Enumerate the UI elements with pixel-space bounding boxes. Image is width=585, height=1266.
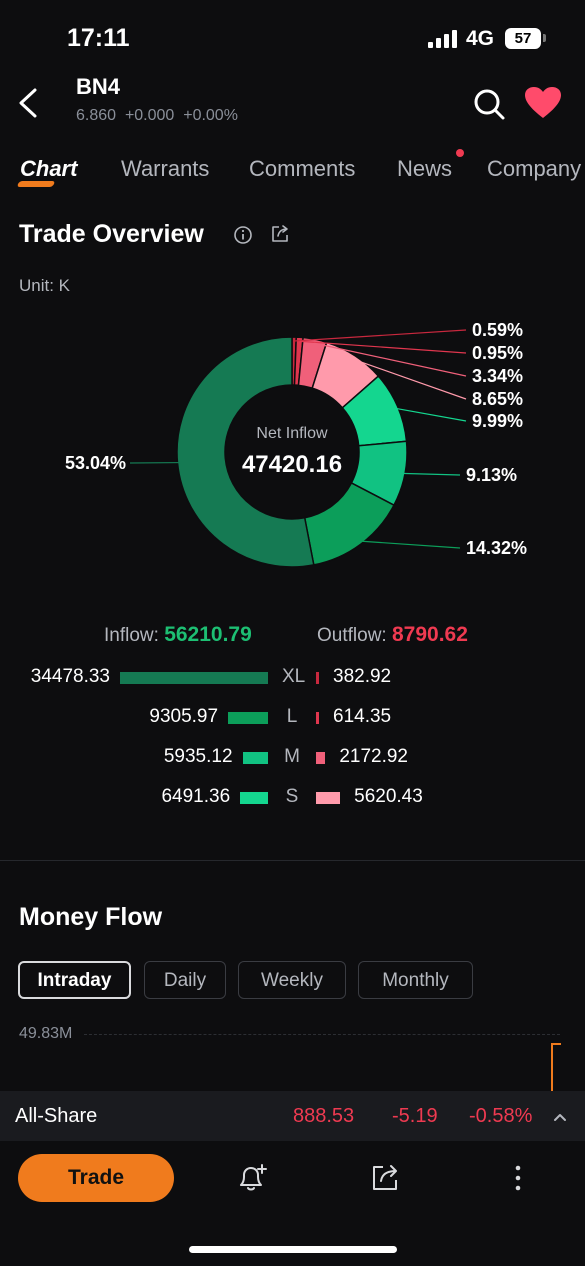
- money-flow-line: [551, 1043, 561, 1093]
- category-xl: XL: [282, 666, 306, 687]
- inflow-l-value: 9305.97: [149, 706, 219, 727]
- category-m: M: [284, 746, 300, 767]
- net-inflow-donut-chart: 0.59% 0.95% 3.34% 8.65%9.99% 9.13% 14.32% 53.0…: [65, 320, 527, 568]
- home-indicator: [189, 1246, 397, 1253]
- inflow-xl-value: 34478.33: [30, 666, 110, 687]
- outflow-m-bar: [316, 752, 326, 764]
- chip-monthly[interactable]: Monthly: [358, 961, 473, 999]
- outflow-l-bar: [316, 712, 319, 724]
- outflow-s-bar: [316, 792, 341, 804]
- signal-icon: [428, 30, 458, 48]
- battery-icon: 57: [505, 28, 541, 49]
- flow-row-xl: 34478.33 XL 382.92: [0, 666, 585, 690]
- inflow-s-bar: [240, 792, 268, 804]
- inflow-value: 56210.79: [164, 623, 252, 646]
- index-name: All-Share: [15, 1105, 98, 1127]
- flow-row-l: 9305.97 L 614.35: [0, 706, 585, 730]
- more-vertical-icon[interactable]: [508, 1162, 528, 1194]
- inflow-m-value: 5935.12: [163, 746, 233, 767]
- trade-button[interactable]: Trade: [18, 1154, 174, 1202]
- news-notification-dot: [456, 149, 464, 157]
- tab-warrants[interactable]: Warrants: [121, 156, 209, 182]
- donut-leader-line: [393, 407, 467, 422]
- section-divider: [0, 860, 585, 861]
- tab-chart[interactable]: Chart: [20, 156, 77, 182]
- inflow-l-bar: [228, 712, 268, 724]
- tab-comments[interactable]: Comments: [249, 156, 355, 182]
- donut-leader-line: [294, 329, 467, 342]
- index-change: -5.19: [392, 1105, 438, 1127]
- caret-up-icon[interactable]: [551, 1110, 569, 1124]
- search-icon[interactable]: [472, 87, 506, 121]
- network-type: 4G: [466, 27, 495, 50]
- donut-slice-label: 0.95%: [472, 343, 523, 363]
- back-arrow-icon[interactable]: [16, 86, 42, 120]
- trade-overview-title: Trade Overview: [19, 220, 204, 248]
- info-icon[interactable]: [233, 225, 253, 245]
- chip-daily[interactable]: Daily: [144, 961, 226, 999]
- category-l: L: [286, 706, 298, 727]
- outflow-xl-bar: [316, 672, 319, 684]
- unit-label: Unit: K: [19, 276, 71, 295]
- tab-active-indicator: [16, 181, 56, 187]
- money-flow-title: Money Flow: [19, 903, 163, 931]
- donut-slice-label: 9.13%: [466, 465, 517, 485]
- outflow-m-value: 2172.92: [339, 746, 408, 767]
- share-icon[interactable]: [369, 1162, 401, 1194]
- inflow-label: Inflow:: [104, 625, 159, 646]
- inflow-xl-bar: [120, 672, 268, 684]
- bell-plus-icon[interactable]: [237, 1162, 269, 1194]
- price-change-pct: +0.00%: [183, 107, 238, 124]
- outflow-l-value: 614.35: [333, 706, 392, 727]
- outflow-s-value: 5620.43: [354, 786, 423, 807]
- inflow-summary: Inflow: 56210.79: [104, 623, 252, 647]
- money-flow-y-label: 49.83M: [19, 1025, 73, 1042]
- donut-center-label: Net Inflow: [256, 425, 328, 442]
- tab-news[interactable]: News: [397, 156, 452, 182]
- status-time: 17:11: [67, 24, 130, 52]
- donut-center-value: 47420.16: [242, 451, 342, 478]
- chip-weekly[interactable]: Weekly: [238, 961, 346, 999]
- donut-slice-label: 9.99%: [472, 411, 523, 431]
- share-icon[interactable]: [270, 224, 290, 244]
- donut-slice-label: 0.59%: [472, 320, 523, 340]
- tab-company[interactable]: Company: [487, 156, 581, 182]
- donut-slice-label: 8.65%: [472, 389, 523, 409]
- flow-row-s: 6491.36 S 5620.43: [0, 786, 585, 810]
- donut-slice-label: 3.34%: [472, 366, 523, 386]
- outflow-summary: Outflow: 8790.62: [317, 623, 468, 647]
- favorite-heart-icon[interactable]: [524, 86, 562, 120]
- flow-row-m: 5935.12 M 2172.92: [0, 746, 585, 770]
- donut-slice-label: 53.04%: [65, 453, 126, 473]
- battery-tip: [543, 34, 546, 42]
- category-s: S: [285, 786, 299, 807]
- outflow-value: 8790.62: [391, 623, 468, 646]
- index-value: 888.53: [293, 1105, 355, 1127]
- money-flow-gridline: [84, 1034, 560, 1035]
- inflow-s-value: 6491.36: [161, 786, 231, 807]
- donut-leader-line: [400, 472, 461, 476]
- index-change-pct: -0.58%: [469, 1105, 533, 1127]
- price: 6.860: [76, 107, 117, 124]
- donut-slice-label: 14.32%: [466, 538, 527, 558]
- chip-intraday[interactable]: Intraday: [18, 961, 131, 999]
- price-change: +0.000: [124, 107, 175, 124]
- ticker-symbol: BN4: [76, 74, 121, 99]
- outflow-xl-value: 382.92: [333, 666, 392, 687]
- donut-leader-line: [358, 540, 461, 549]
- quote-line: 6.860 +0.000 +0.00%: [76, 107, 238, 125]
- outflow-label: Outflow:: [317, 625, 387, 646]
- inflow-m-bar: [242, 752, 268, 764]
